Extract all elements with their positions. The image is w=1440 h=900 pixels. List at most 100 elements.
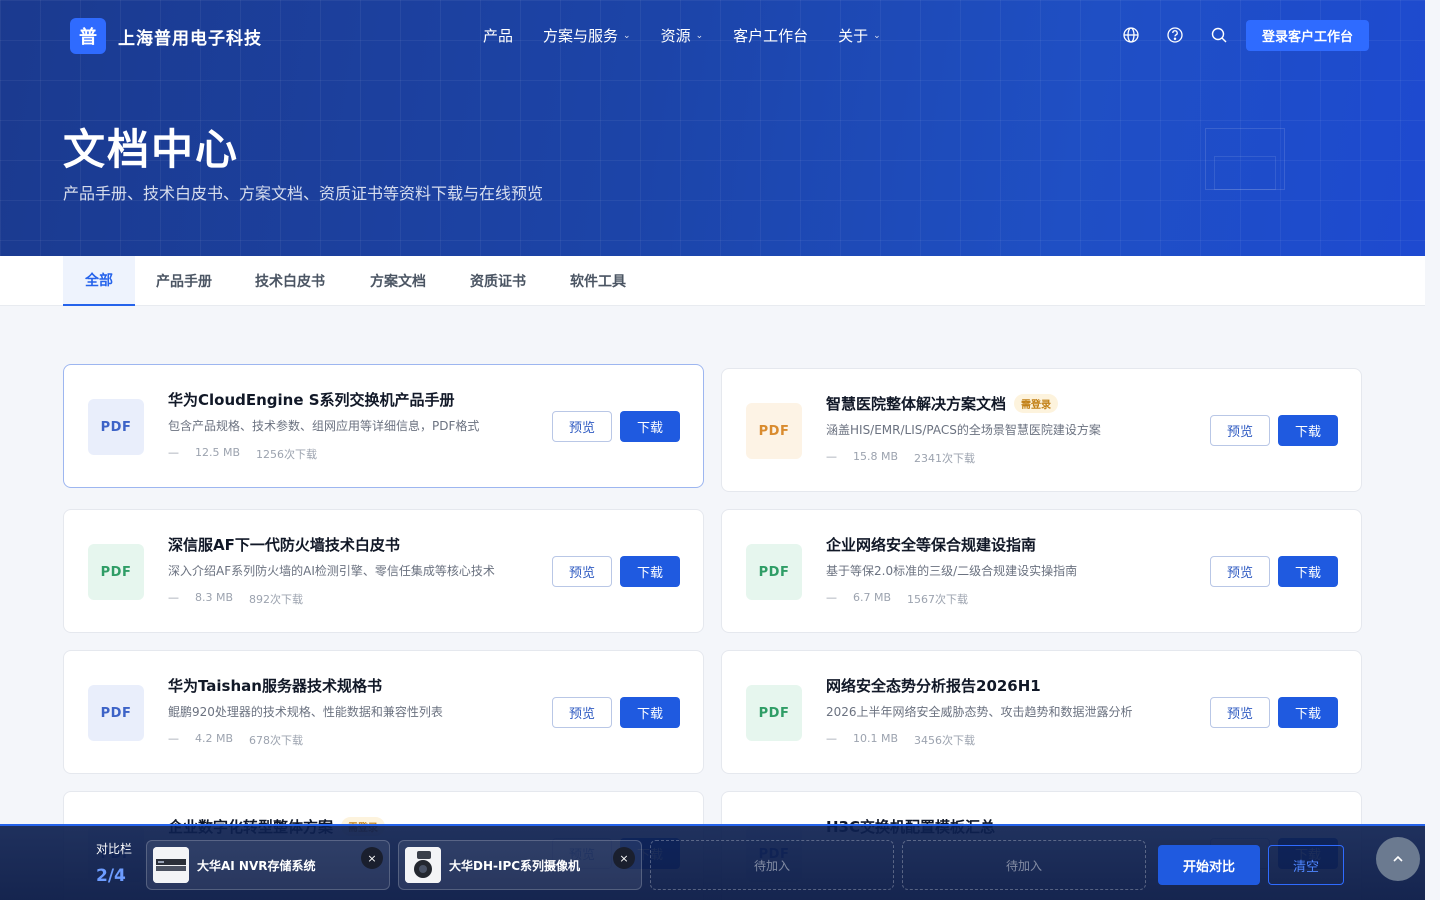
nav-menu-label: 资源 — [660, 27, 691, 45]
preview-button[interactable]: 预览 — [1210, 697, 1270, 728]
document-title[interactable]: 深信服AF下一代防火墙技术白皮书 — [168, 534, 400, 555]
pdf-file-icon: PDF — [746, 403, 802, 459]
download-button[interactable]: 下载 — [620, 697, 680, 728]
login-required-badge: 需登录 — [1014, 394, 1059, 413]
download-button[interactable]: 下载 — [1278, 697, 1338, 728]
compare-count: 2/4 — [96, 866, 126, 886]
search-icon[interactable] — [1210, 26, 1228, 44]
document-card[interactable]: PDF 华为CloudEngine S系列交换机产品手册包含产品规格、技术参数、组… — [63, 364, 704, 488]
nav-menu-item[interactable]: 产品 — [483, 25, 513, 46]
document-title-row: 网络安全态势分析报告2026H1 — [826, 675, 1041, 696]
file-size: 15.8 MB — [853, 450, 899, 463]
compare-item-name: 大华DH-IPC系列摄像机 — [449, 859, 581, 873]
meta-dash: — — [168, 446, 179, 459]
compare-slot-2[interactable]: 大华DH-IPC系列摄像机 × — [398, 840, 642, 890]
download-count: 1256次下载 — [256, 448, 318, 461]
download-count: 3456次下载 — [914, 734, 976, 747]
category-tabs: 全部 产品手册 技术白皮书 方案文档 资质证书 软件工具 — [0, 256, 1425, 306]
meta-dash: — — [826, 732, 837, 745]
clear-compare-button[interactable]: 清空 — [1268, 845, 1344, 885]
document-title[interactable]: 华为Taishan服务器技术规格书 — [168, 675, 382, 696]
preview-button[interactable]: 预览 — [1210, 556, 1270, 587]
document-description: 包含产品规格、技术参数、组网应用等详细信息，PDF格式 — [168, 419, 480, 433]
nav-menu-item[interactable]: 客户工作台 — [733, 25, 808, 46]
pdf-file-icon: PDF — [88, 685, 144, 741]
help-icon[interactable] — [1166, 26, 1184, 44]
document-card[interactable]: PDF 网络安全态势分析报告2026H1 2026上半年网络安全威胁态势、攻击趋势和… — [721, 650, 1362, 774]
camera-thumb-icon — [405, 847, 441, 883]
nav-menu-item[interactable]: 方案与服务 ⌄ — [543, 25, 631, 46]
brand-name[interactable]: 上海普用电子科技 — [118, 24, 262, 49]
document-title[interactable]: 智慧医院整体解决方案文档 — [826, 393, 1006, 414]
top-nav: 普 上海普用电子科技 产品 方案与服务 ⌄ 资源 ⌄ 客户工作台 关于 ⌄ 登录客户工作台 — [0, 0, 1425, 70]
document-card[interactable]: PDF 华为Taishan服务器技术规格书鲲鹏920处理器的技术规格、性能数据和兼… — [63, 650, 704, 774]
document-title-row: 华为CloudEngine S系列交换机产品手册 — [168, 389, 455, 410]
document-meta: — 15.8 MB 2341次下载 — [826, 450, 975, 466]
document-title-row: 企业网络安全等保合规建设指南 — [826, 534, 1036, 555]
document-meta: — 10.1 MB 3456次下载 — [826, 732, 975, 748]
download-button[interactable]: 下载 — [1278, 556, 1338, 587]
tab-item[interactable]: 软件工具 — [547, 256, 649, 306]
nav-menu-item[interactable]: 关于 ⌄ — [838, 25, 881, 46]
nav-menu-label: 产品 — [483, 27, 514, 45]
document-title[interactable]: 企业网络安全等保合规建设指南 — [826, 534, 1036, 555]
preview-button[interactable]: 预览 — [552, 697, 612, 728]
main-menu: 产品 方案与服务 ⌄ 资源 ⌄ 客户工作台 关于 ⌄ — [483, 25, 911, 46]
meta-dash: — — [826, 591, 837, 604]
chevron-down-icon: ⌄ — [623, 30, 631, 41]
compare-slot-empty: 待加入 — [902, 840, 1146, 890]
file-size: 12.5 MB — [195, 446, 241, 459]
nav-menu-item[interactable]: 资源 ⌄ — [661, 25, 704, 46]
document-card[interactable]: PDF 智慧医院整体解决方案文档 需登录 涵盖HIS/EMR/LIS/PACS的全场景… — [721, 368, 1362, 492]
compare-slot-empty: 待加入 — [650, 840, 894, 890]
tab-item[interactable]: 技术白皮书 — [233, 256, 347, 306]
document-meta: — 4.2 MB 678次下载 — [168, 732, 303, 748]
file-size: 8.3 MB — [195, 591, 234, 604]
page-title: 文档中心 — [63, 125, 240, 174]
hero-decoration — [1214, 156, 1276, 190]
scroll-top-button[interactable] — [1376, 837, 1420, 881]
download-button[interactable]: 下载 — [1278, 415, 1338, 446]
document-meta: — 12.5 MB 1256次下载 — [168, 446, 317, 462]
document-description: 鲲鹏920处理器的技术规格、性能数据和兼容性列表 — [168, 705, 443, 719]
document-title[interactable]: 网络安全态势分析报告2026H1 — [826, 675, 1041, 696]
compare-slot-1[interactable]: 大华AI NVR存储系统 × — [146, 840, 390, 890]
document-card[interactable]: PDF 企业网络安全等保合规建设指南基于等保2.0标准的三级/二级合规建设实操指南… — [721, 509, 1362, 633]
document-title-row: 华为Taishan服务器技术规格书 — [168, 675, 382, 696]
download-button[interactable]: 下载 — [620, 556, 680, 587]
pdf-file-icon: PDF — [746, 544, 802, 600]
logo-icon[interactable]: 普 — [70, 18, 106, 54]
tab-item[interactable]: 全部 — [63, 256, 135, 306]
download-count: 1567次下载 — [907, 593, 969, 606]
tab-item[interactable]: 方案文档 — [347, 256, 449, 306]
chevron-up-icon — [1393, 855, 1403, 862]
download-count: 892次下载 — [249, 593, 304, 606]
tab-item[interactable]: 资质证书 — [449, 256, 547, 306]
tab-item[interactable]: 产品手册 — [135, 256, 233, 306]
file-size: 4.2 MB — [195, 732, 234, 745]
compare-bar: 对比栏 2/4 大华AI NVR存储系统 × 大华DH-IPC系列摄像机 × 待… — [0, 824, 1425, 900]
nvr-thumb-icon — [153, 847, 189, 883]
globe-icon[interactable] — [1122, 26, 1140, 44]
pdf-file-icon: PDF — [746, 685, 802, 741]
file-size: 6.7 MB — [853, 591, 892, 604]
login-workbench-button[interactable]: 登录客户工作台 — [1246, 20, 1369, 51]
preview-button[interactable]: 预览 — [552, 556, 612, 587]
chevron-down-icon: ⌄ — [873, 30, 881, 41]
download-count: 2341次下载 — [914, 452, 976, 465]
pdf-file-icon: PDF — [88, 399, 144, 455]
nav-menu-label: 客户工作台 — [733, 27, 809, 45]
compare-label: 对比栏 — [96, 842, 133, 856]
document-description: 基于等保2.0标准的三级/二级合规建设实操指南 — [826, 564, 1078, 578]
close-icon[interactable]: × — [361, 847, 383, 869]
close-icon[interactable]: × — [613, 847, 635, 869]
compare-item-name: 大华AI NVR存储系统 — [197, 859, 316, 873]
document-card[interactable]: PDF 深信服AF下一代防火墙技术白皮书 深入介绍AF系列防火墙的AI检测引擎、零信… — [63, 509, 704, 633]
download-button[interactable]: 下载 — [620, 411, 680, 442]
document-title[interactable]: 华为CloudEngine S系列交换机产品手册 — [168, 389, 455, 410]
start-compare-button[interactable]: 开始对比 — [1158, 845, 1260, 885]
document-description: 深入介绍AF系列防火墙的AI检测引擎、零信任集成等核心技术 — [168, 564, 495, 578]
preview-button[interactable]: 预览 — [552, 411, 612, 442]
preview-button[interactable]: 预览 — [1210, 415, 1270, 446]
download-count: 678次下载 — [249, 734, 304, 747]
